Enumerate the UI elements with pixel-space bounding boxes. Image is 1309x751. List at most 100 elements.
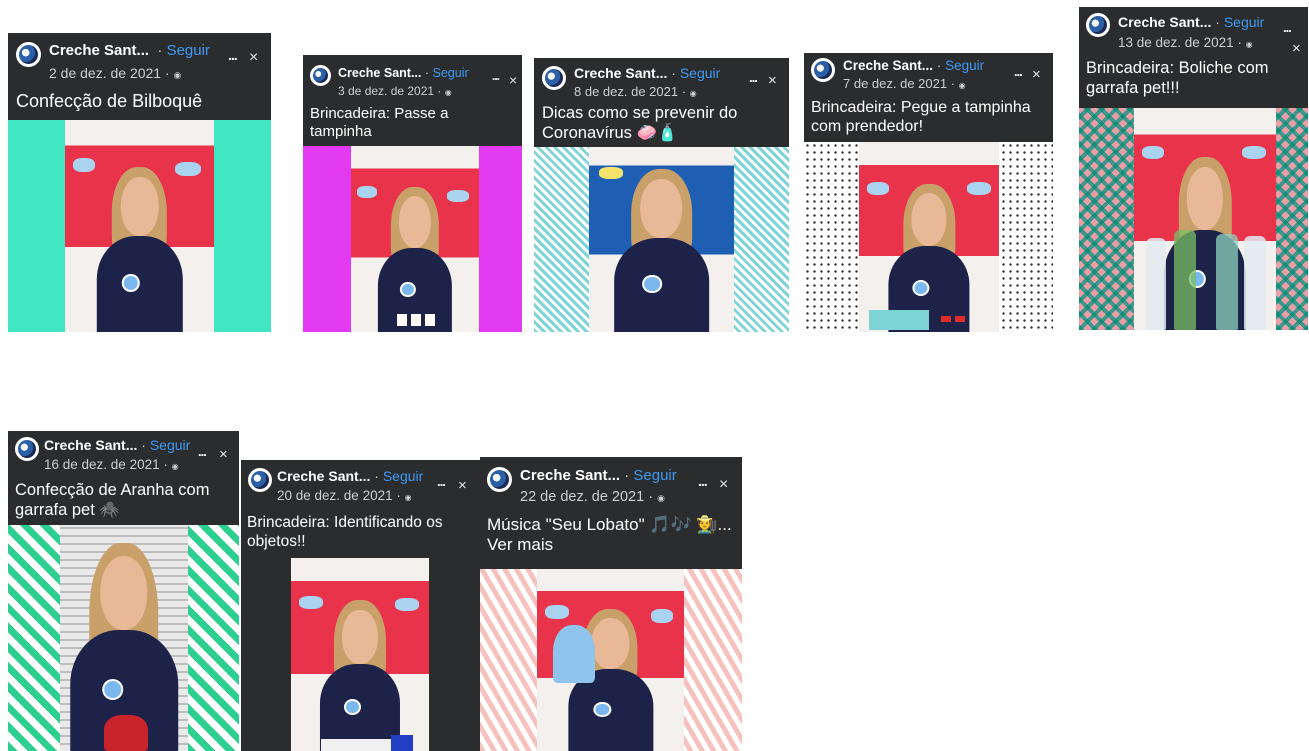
page-avatar[interactable] bbox=[542, 66, 566, 90]
post-date[interactable]: 8 de dez. de 2021 · ◉ bbox=[574, 84, 697, 99]
post-date[interactable]: 22 de dez. de 2021 · ◉ bbox=[520, 489, 665, 505]
video-frame bbox=[859, 142, 999, 332]
video-frame bbox=[351, 146, 479, 332]
globe-icon: ◉ bbox=[404, 493, 412, 502]
post-video-thumbnail[interactable] bbox=[303, 146, 522, 332]
page-name[interactable]: Creche Sant... · Seguir bbox=[574, 65, 720, 81]
page-name[interactable]: Creche Sant... · Seguir bbox=[520, 467, 677, 484]
presenter bbox=[377, 186, 453, 332]
globe-icon: ◉ bbox=[689, 89, 697, 98]
post-header: Creche Sant... · Seguir 8 de dez. de 202… bbox=[534, 58, 789, 147]
globe-icon: ◉ bbox=[171, 462, 179, 471]
post-video-thumbnail[interactable] bbox=[8, 120, 271, 332]
video-frame bbox=[60, 525, 188, 751]
close-icon[interactable]: × bbox=[249, 49, 258, 67]
more-options-icon[interactable]: ... bbox=[1014, 64, 1023, 79]
follow-button[interactable]: Seguir bbox=[433, 66, 469, 80]
follow-button[interactable]: Seguir bbox=[383, 468, 423, 484]
page-name[interactable]: Creche Sant... · Seguir bbox=[44, 437, 190, 453]
globe-icon: ◉ bbox=[173, 70, 182, 80]
more-options-icon[interactable]: ... bbox=[198, 444, 207, 459]
post-header: Creche Sant... · Seguir 16 de dez. de 20… bbox=[8, 431, 239, 525]
post-video-thumbnail[interactable] bbox=[480, 569, 742, 751]
more-options-icon[interactable]: ... bbox=[492, 69, 500, 83]
video-frame bbox=[65, 120, 214, 332]
post-header: Creche Sant... · Seguir 20 de dez. de 20… bbox=[241, 460, 480, 558]
close-icon[interactable]: × bbox=[1292, 40, 1301, 57]
presenter bbox=[96, 166, 183, 332]
post-header: Creche Sant... · Seguir 3 de dez. de 202… bbox=[303, 55, 522, 146]
globe-icon: ◉ bbox=[1245, 40, 1253, 49]
post-caption: Música "Seu Lobato" 🎵🎶 🧑‍🌾... Ver mais bbox=[487, 515, 732, 555]
post-header: Creche Sant... · Seguir 7 de dez. de 202… bbox=[804, 53, 1053, 142]
post-header: Creche Sant... · Seguir 13 de dez. de 20… bbox=[1079, 7, 1308, 108]
close-icon[interactable]: × bbox=[719, 476, 728, 494]
post-caption: Confecção de Bilboquê bbox=[16, 91, 203, 111]
page-avatar[interactable] bbox=[248, 468, 272, 492]
post-header: Creche Sant... · Seguir 2 de dez. de 202… bbox=[8, 33, 271, 120]
post-video-thumbnail[interactable] bbox=[534, 147, 789, 332]
video-frame bbox=[291, 558, 429, 751]
more-options-icon[interactable]: ... bbox=[698, 473, 708, 489]
globe-icon: ◉ bbox=[444, 88, 452, 97]
follow-button[interactable]: Seguir bbox=[945, 58, 984, 73]
video-frame bbox=[1134, 108, 1276, 330]
more-options-icon[interactable]: ... bbox=[749, 70, 758, 85]
page-avatar[interactable] bbox=[16, 42, 41, 67]
video-frame bbox=[537, 569, 684, 751]
post-header: Creche Sant... · Seguir 22 de dez. de 20… bbox=[480, 457, 742, 569]
page-name[interactable]: Creche Sant... · Seguir bbox=[277, 468, 423, 484]
post-caption: Confecção de Aranha com garrafa pet 🕷️ bbox=[15, 481, 210, 519]
close-icon[interactable]: × bbox=[509, 72, 517, 88]
post-date[interactable]: 7 de dez. de 2021 · ◉ bbox=[843, 76, 966, 91]
post-card-4[interactable]: Creche Sant... · Seguir 7 de dez. de 202… bbox=[804, 53, 1053, 332]
page-avatar[interactable] bbox=[1086, 13, 1110, 37]
post-date[interactable]: 20 de dez. de 2021 · ◉ bbox=[277, 488, 412, 503]
post-caption: Brincadeira: Identificando os objetos!! bbox=[247, 514, 443, 550]
post-video-thumbnail[interactable] bbox=[1079, 108, 1308, 330]
page-avatar[interactable] bbox=[310, 65, 331, 86]
page-name[interactable]: Creche Sant... · Seguir bbox=[338, 66, 469, 80]
video-frame bbox=[589, 147, 734, 332]
page-name[interactable]: Creche Sant... · Seguir bbox=[49, 42, 210, 59]
post-video-thumbnail[interactable] bbox=[804, 142, 1053, 332]
post-caption: Brincadeira: Pegue a tampinha com prende… bbox=[811, 99, 1031, 136]
globe-icon: ◉ bbox=[958, 81, 966, 90]
post-caption: Brincadeira: Boliche com garrafa pet!!! bbox=[1086, 59, 1269, 97]
page-name[interactable]: Creche Sant... · Seguir bbox=[1118, 14, 1264, 30]
presenter bbox=[319, 600, 401, 751]
post-video-thumbnail[interactable] bbox=[241, 558, 480, 751]
post-card-2[interactable]: Creche Sant... · Seguir 3 de dez. de 202… bbox=[303, 55, 522, 332]
follow-button[interactable]: Seguir bbox=[680, 65, 720, 81]
close-icon[interactable]: × bbox=[458, 477, 467, 494]
page-avatar[interactable] bbox=[811, 58, 835, 82]
post-caption: Dicas como se prevenir do Coronavírus 🧼🧴 bbox=[542, 104, 738, 142]
more-options-icon[interactable]: ... bbox=[228, 47, 238, 63]
page-avatar[interactable] bbox=[487, 467, 512, 492]
post-card-1[interactable]: Creche Sant... · Seguir 2 de dez. de 202… bbox=[8, 33, 271, 332]
post-card-8[interactable]: Creche Sant... · Seguir 22 de dez. de 20… bbox=[480, 457, 742, 751]
page-name[interactable]: Creche Sant... · Seguir bbox=[843, 58, 984, 73]
post-caption: Brincadeira: Passe a tampinha bbox=[310, 105, 449, 140]
close-icon[interactable]: × bbox=[1032, 66, 1041, 83]
post-card-5[interactable]: Creche Sant... · Seguir 13 de dez. de 20… bbox=[1079, 7, 1308, 330]
post-card-6[interactable]: Creche Sant... · Seguir 16 de dez. de 20… bbox=[8, 431, 239, 751]
more-options-icon[interactable]: ... bbox=[437, 474, 446, 489]
follow-button[interactable]: Seguir bbox=[1224, 14, 1264, 30]
post-date[interactable]: 16 de dez. de 2021 · ◉ bbox=[44, 457, 179, 472]
globe-icon: ◉ bbox=[657, 493, 665, 503]
presenter bbox=[613, 169, 710, 332]
post-date[interactable]: 2 de dez. de 2021 · ◉ bbox=[49, 65, 181, 81]
close-icon[interactable]: × bbox=[768, 72, 777, 89]
post-date[interactable]: 13 de dez. de 2021 · ◉ bbox=[1118, 35, 1253, 50]
follow-button[interactable]: Seguir bbox=[633, 467, 676, 484]
post-card-3[interactable]: Creche Sant... · Seguir 8 de dez. de 202… bbox=[534, 58, 789, 332]
more-options-icon[interactable]: ... bbox=[1283, 20, 1292, 35]
follow-button[interactable]: Seguir bbox=[167, 42, 210, 59]
page-avatar[interactable] bbox=[15, 437, 39, 461]
post-video-thumbnail[interactable] bbox=[8, 525, 239, 751]
close-icon[interactable]: × bbox=[219, 446, 228, 463]
post-date[interactable]: 3 de dez. de 2021 · ◉ bbox=[338, 84, 452, 98]
post-card-7[interactable]: Creche Sant... · Seguir 20 de dez. de 20… bbox=[241, 460, 480, 751]
follow-button[interactable]: Seguir bbox=[150, 437, 190, 453]
